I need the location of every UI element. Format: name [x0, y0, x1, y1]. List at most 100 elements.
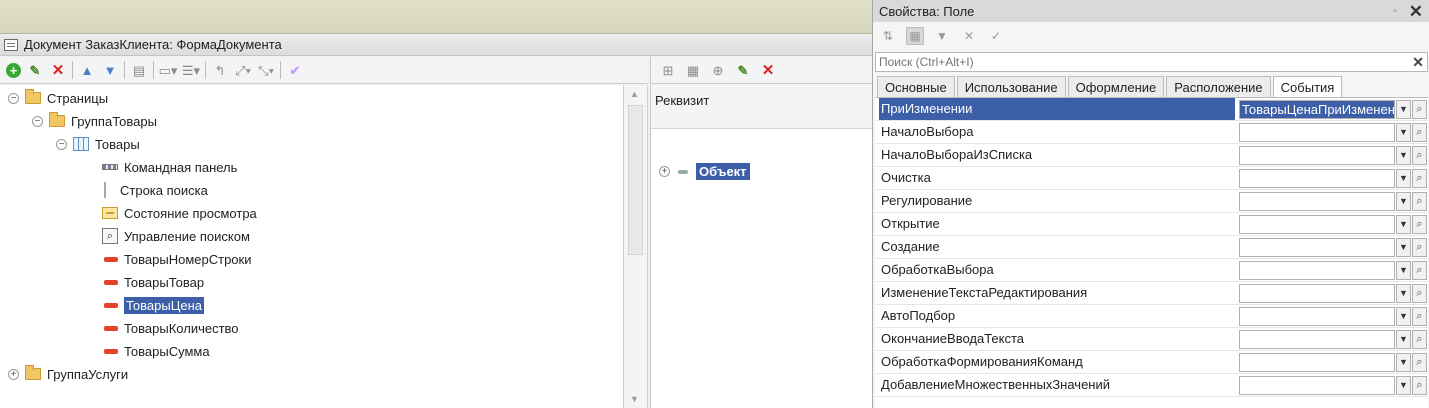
dropdown-icon[interactable]: ▼	[1396, 123, 1411, 142]
event-handler-field[interactable]	[1239, 261, 1395, 280]
add-nested-icon[interactable]: ⊕	[709, 61, 727, 79]
group-icon[interactable]: ▤	[130, 61, 148, 79]
dropdown-icon[interactable]: ▼	[1396, 307, 1411, 326]
event-handler-field[interactable]	[1239, 284, 1395, 303]
event-name[interactable]: ПриИзменении	[879, 98, 1235, 120]
dropdown-icon[interactable]: ▼	[1396, 353, 1411, 372]
tab-location[interactable]: Расположение	[1166, 76, 1271, 97]
tree-item[interactable]: ТоварыКоличество	[104, 318, 239, 338]
event-handler-field[interactable]	[1239, 146, 1395, 165]
tree-item[interactable]: − Страницы	[8, 88, 108, 108]
collapse-icon[interactable]: −	[32, 115, 43, 127]
open-handler-icon[interactable]: ⌕	[1412, 307, 1427, 326]
monitor-icon[interactable]: ▭▾	[159, 61, 178, 79]
event-name[interactable]: НачалоВыбора	[879, 121, 1235, 143]
open-handler-icon[interactable]: ⌕	[1412, 169, 1427, 188]
tree-item[interactable]: − ГруппаТовары	[32, 111, 157, 131]
tab-appearance[interactable]: Оформление	[1067, 76, 1165, 97]
properties-search-input[interactable]	[876, 53, 1396, 71]
stretch-icon[interactable]: ⤡▾	[257, 61, 275, 79]
apply-icon[interactable]: ✓	[987, 27, 1005, 45]
event-name[interactable]: ОбработкаФормированияКоманд	[879, 351, 1235, 373]
open-handler-icon[interactable]: ⌕	[1412, 284, 1427, 303]
tree-item[interactable]: ТоварыТовар	[104, 272, 204, 292]
open-handler-icon[interactable]: ⌕	[1412, 146, 1427, 165]
scroll-up-icon[interactable]: ▲	[630, 89, 639, 99]
dropdown-icon[interactable]: ▼	[1396, 146, 1411, 165]
tab-main[interactable]: Основные	[877, 76, 955, 97]
tab-events[interactable]: События	[1272, 76, 1343, 97]
open-handler-icon[interactable]: ⌕	[1412, 376, 1427, 395]
arrow-icon[interactable]: ↰	[211, 61, 229, 79]
event-handler-field[interactable]: ТоварыЦенаПриИзменении	[1239, 100, 1395, 119]
event-name[interactable]: Открытие	[879, 213, 1235, 235]
collapse-icon[interactable]: −	[8, 92, 19, 104]
event-handler-field[interactable]	[1239, 330, 1395, 349]
tree-item[interactable]: − Товары	[56, 134, 140, 154]
event-handler-field[interactable]	[1239, 238, 1395, 257]
tree-item-selected[interactable]: ТоварыЦена	[104, 295, 204, 315]
attribute-item[interactable]: + Объект	[659, 163, 750, 180]
tree-item[interactable]: Командная панель	[102, 157, 237, 177]
pin-icon[interactable]: ▫	[1393, 6, 1397, 17]
clear-icon[interactable]: ✕	[960, 27, 978, 45]
event-name[interactable]: ОкончаниеВводаТекста	[879, 328, 1235, 350]
move-down-icon[interactable]: ▼	[101, 61, 119, 79]
dropdown-icon[interactable]: ▼	[1396, 261, 1411, 280]
dropdown-icon[interactable]: ▼	[1396, 100, 1411, 119]
open-handler-icon[interactable]: ⌕	[1412, 353, 1427, 372]
add-icon[interactable]: +	[6, 62, 21, 78]
dropdown-icon[interactable]: ▼	[1396, 215, 1411, 234]
open-handler-icon[interactable]: ⌕	[1412, 100, 1427, 119]
tree-item[interactable]: ТоварыНомерСтроки	[104, 249, 252, 269]
edit-icon[interactable]: ✎	[26, 61, 44, 79]
event-name[interactable]: АвтоПодбор	[879, 305, 1235, 327]
event-name[interactable]: ДобавлениеМножественныхЗначений	[879, 374, 1235, 396]
categorized-view-icon[interactable]: ▦	[906, 26, 924, 45]
dropdown-icon[interactable]: ▼	[1396, 192, 1411, 211]
filter-icon[interactable]: ▼	[933, 27, 951, 45]
open-handler-icon[interactable]: ⌕	[1412, 238, 1427, 257]
edit-attribute-icon[interactable]: ✎	[734, 61, 752, 79]
tree-scrollbar[interactable]: ▲ ▼	[624, 85, 648, 408]
expand-icon[interactable]: +	[659, 166, 670, 177]
dropdown-icon[interactable]: ▼	[1396, 284, 1411, 303]
check-icon[interactable]: ✔	[286, 61, 304, 79]
sort-alphabetical-icon[interactable]: ⇅	[879, 27, 897, 45]
open-handler-icon[interactable]: ⌕	[1412, 215, 1427, 234]
scrollbar-thumb[interactable]	[628, 105, 643, 255]
delete-attribute-icon[interactable]: ✕	[759, 61, 777, 79]
tree-item[interactable]: + ГруппаУслуги	[8, 364, 128, 384]
close-icon[interactable]: ✕	[1409, 3, 1423, 20]
event-handler-field[interactable]	[1239, 353, 1395, 372]
event-name[interactable]: Создание	[879, 236, 1235, 258]
event-name[interactable]: НачалоВыбораИзСписка	[879, 144, 1235, 166]
event-handler-field[interactable]	[1239, 169, 1395, 188]
tree-item[interactable]: ТоварыСумма	[104, 341, 210, 361]
event-handler-field[interactable]	[1239, 376, 1395, 395]
resize-icon[interactable]: ⤢▾	[234, 61, 252, 79]
move-up-icon[interactable]: ▲	[78, 61, 96, 79]
event-name[interactable]: Очистка	[879, 167, 1235, 189]
event-name[interactable]: Регулирование	[879, 190, 1235, 212]
scroll-down-icon[interactable]: ▼	[630, 394, 639, 404]
clear-search-icon[interactable]: ✕	[1412, 54, 1424, 71]
tab-usage[interactable]: Использование	[956, 76, 1066, 97]
open-handler-icon[interactable]: ⌕	[1412, 123, 1427, 142]
dropdown-icon[interactable]: ▼	[1396, 169, 1411, 188]
tree-item[interactable]: Строка поиска	[104, 180, 208, 200]
event-handler-field[interactable]	[1239, 215, 1395, 234]
event-name[interactable]: ИзменениеТекстаРедактирования	[879, 282, 1235, 304]
expand-icon[interactable]: +	[8, 368, 19, 380]
add-column-icon[interactable]: ▦	[684, 61, 702, 79]
open-handler-icon[interactable]: ⌕	[1412, 192, 1427, 211]
event-handler-field[interactable]	[1239, 307, 1395, 326]
open-handler-icon[interactable]: ⌕	[1412, 261, 1427, 280]
collapse-icon[interactable]: −	[56, 138, 67, 150]
event-handler-field[interactable]	[1239, 123, 1395, 142]
layout-icon[interactable]: ☰▾	[182, 61, 200, 79]
event-name[interactable]: ОбработкаВыбора	[879, 259, 1235, 281]
dropdown-icon[interactable]: ▼	[1396, 330, 1411, 349]
dropdown-icon[interactable]: ▼	[1396, 238, 1411, 257]
tree-item[interactable]: ⌕ Управление поиском	[102, 226, 250, 246]
